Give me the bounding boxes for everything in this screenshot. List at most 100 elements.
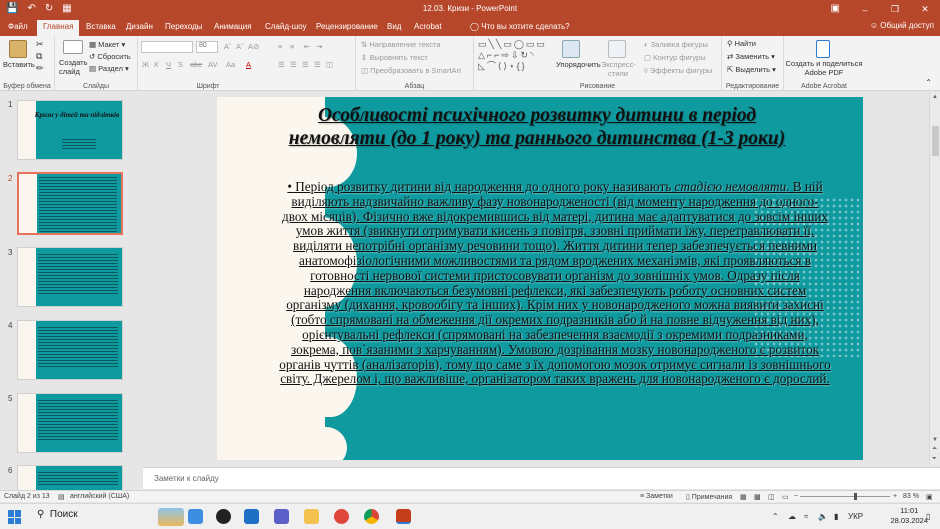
fit-slide-icon[interactable]: ▣ [926,493,933,501]
maximize-button[interactable]: ❐ [880,0,910,19]
notes-toggle[interactable]: ≡ Заметки [640,493,673,500]
text-direction-button[interactable]: ⇅ Направление текста [361,40,440,49]
grow-font-icon[interactable]: Aˆ [224,42,232,51]
previous-slide-icon[interactable]: ⏶ [932,446,937,453]
zoom-in-icon[interactable]: + [893,493,897,500]
shapes-gallery[interactable]: ▭╲╲▭◯▭▭ △⌐⌐⇨⇩↻◝ ◺⌒⟨⟩⋆{} [478,39,550,75]
language-indicator[interactable]: УКР [848,512,863,521]
bullets-icon[interactable]: ≡ [278,42,282,51]
ribbon-display-options-icon[interactable]: ▣ [831,3,840,14]
justify-icon[interactable]: ☰ [314,60,321,69]
section-button[interactable]: ▤ Раздел ▾ [89,64,129,73]
taskbar-search[interactable]: ⚲ Поиск [37,509,78,520]
wifi-icon[interactable]: ≈ [804,512,808,521]
tab-design[interactable]: Дизайн [126,22,153,31]
mail-icon[interactable] [244,509,259,524]
tab-home[interactable]: Главная [37,20,80,36]
paste-button[interactable]: Вставить [3,60,35,69]
slide-editor[interactable]: Особливості психічного розвитку дитини в… [217,97,863,460]
zoom-out-icon[interactable]: − [794,493,798,500]
replace-button[interactable]: ⇄ Заменить ▾ [727,52,775,61]
format-painter-icon[interactable]: ✏ [36,63,44,74]
tab-transitions[interactable]: Переходы [165,22,203,31]
select-button[interactable]: ⇱ Выделить ▾ [727,65,776,74]
windows-start-icon[interactable] [8,510,22,524]
language-indicator[interactable]: английский (США) [70,493,129,500]
slide-thumbnail-2[interactable] [17,172,123,235]
arrange-button[interactable]: Упорядочить [556,60,601,69]
font-name-box[interactable] [141,41,193,53]
tab-file[interactable]: Файл [8,22,28,31]
clock[interactable]: 11:01 28.03.2024 [890,506,928,526]
vertical-scrollbar[interactable]: ▲ ▼ ⏶ ⏷ [929,92,940,465]
reset-button[interactable]: ↺ Сбросить [89,52,131,61]
strikethrough-button[interactable]: abc [190,60,202,69]
tab-slideshow[interactable]: Слайд-шоу [265,22,306,31]
news-widget-icon[interactable] [158,508,184,526]
scroll-up-icon[interactable]: ▲ [932,94,938,100]
arrange-icon[interactable] [562,40,580,58]
change-case-button[interactable]: Aa [226,60,235,69]
outdent-icon[interactable]: ⇥ [316,42,322,51]
slide-thumbnail-5[interactable] [17,393,123,453]
collapse-ribbon-icon[interactable]: ⌃ [925,78,932,87]
tab-acrobat[interactable]: Acrobat [414,22,442,31]
copy-icon[interactable]: ⧉ [36,51,42,62]
slide-body-text[interactable]: • Період розвитку дитини від народження … [279,179,831,387]
battery-icon[interactable]: ▮ [834,512,838,521]
align-left-icon[interactable]: ☰ [278,60,285,69]
shape-fill-button[interactable]: ◐ Заливка фигуры [644,40,708,49]
align-center-icon[interactable]: ☰ [290,60,297,69]
tell-me-box[interactable]: ◯ Что вы хотите сделать? [470,22,570,31]
slide-thumbnail-4[interactable] [17,320,123,380]
task-view-icon[interactable] [188,509,203,524]
zoom-slider-handle[interactable] [854,493,857,500]
tray-overflow-icon[interactable]: ⌃ [772,512,779,521]
minimize-button[interactable]: – [850,0,880,19]
spacing-button[interactable]: AV [208,60,217,69]
shape-outline-button[interactable]: ▢ Контур фигуры [644,53,706,62]
spellcheck-icon[interactable]: ▤ [58,493,65,501]
align-text-button[interactable]: ⇕ Выровнять текст [361,53,428,62]
volume-icon[interactable]: 🔈 [818,512,828,521]
pdf-icon[interactable] [816,40,830,58]
comments-toggle[interactable]: ▯ Примечания [686,493,732,501]
cut-icon[interactable]: ✂ [36,39,44,50]
tab-insert[interactable]: Вставка [86,22,116,31]
shrink-font-icon[interactable]: Aˇ [236,42,244,51]
quick-styles-button[interactable]: Экспресс-стили [601,60,636,78]
slide-title[interactable]: Особливості психічного розвитку дитини в… [287,105,787,150]
slideshow-view-icon[interactable]: ▭ [782,493,789,501]
indent-icon[interactable]: ⇤ [304,42,310,51]
align-right-icon[interactable]: ☰ [302,60,309,69]
create-pdf-button[interactable]: Создать и поделиться Adobe PDF [784,59,864,77]
clear-format-icon[interactable]: A⊘ [248,42,259,51]
scrollbar-thumb[interactable] [932,126,939,156]
reading-view-icon[interactable]: ◫ [768,493,775,501]
quick-styles-icon[interactable] [608,40,626,58]
smartart-button[interactable]: ◫ Преобразовать в SmartArt [361,66,461,75]
file-explorer-icon[interactable] [304,509,319,524]
teams-icon[interactable] [274,509,289,524]
zoom-level[interactable]: 83 % [903,493,919,500]
underline-button[interactable]: Ч [166,60,171,69]
layout-button[interactable]: ▦ Макет ▾ [89,40,125,49]
new-slide-icon[interactable] [63,40,83,54]
font-color-button[interactable]: A [246,60,251,69]
numbering-icon[interactable]: ≡ [290,42,294,51]
tab-view[interactable]: Вид [387,22,401,31]
share-button[interactable]: ☺ Общий доступ [870,21,934,30]
powerpoint-icon[interactable] [396,509,411,524]
slide-thumbnail-3[interactable] [17,247,123,307]
bold-button[interactable]: Ж [142,60,149,69]
cloud-icon[interactable]: ☁ [788,512,796,521]
chrome-icon[interactable] [364,509,379,524]
shape-effects-button[interactable]: ◊ Эффекты фигуры [644,66,712,75]
notes-pane[interactable]: Заметки к слайду [143,467,940,489]
close-button[interactable]: ✕ [910,0,940,19]
tab-animations[interactable]: Анимация [214,22,252,31]
thumbnail-pane[interactable]: 1 Кризи у дітей та підлітків 2 3 4 5 6 [0,92,133,490]
tab-review[interactable]: Рецензирование [316,22,378,31]
settings-gear-icon[interactable] [216,509,231,524]
notifications-icon[interactable]: ▯ [926,512,930,521]
